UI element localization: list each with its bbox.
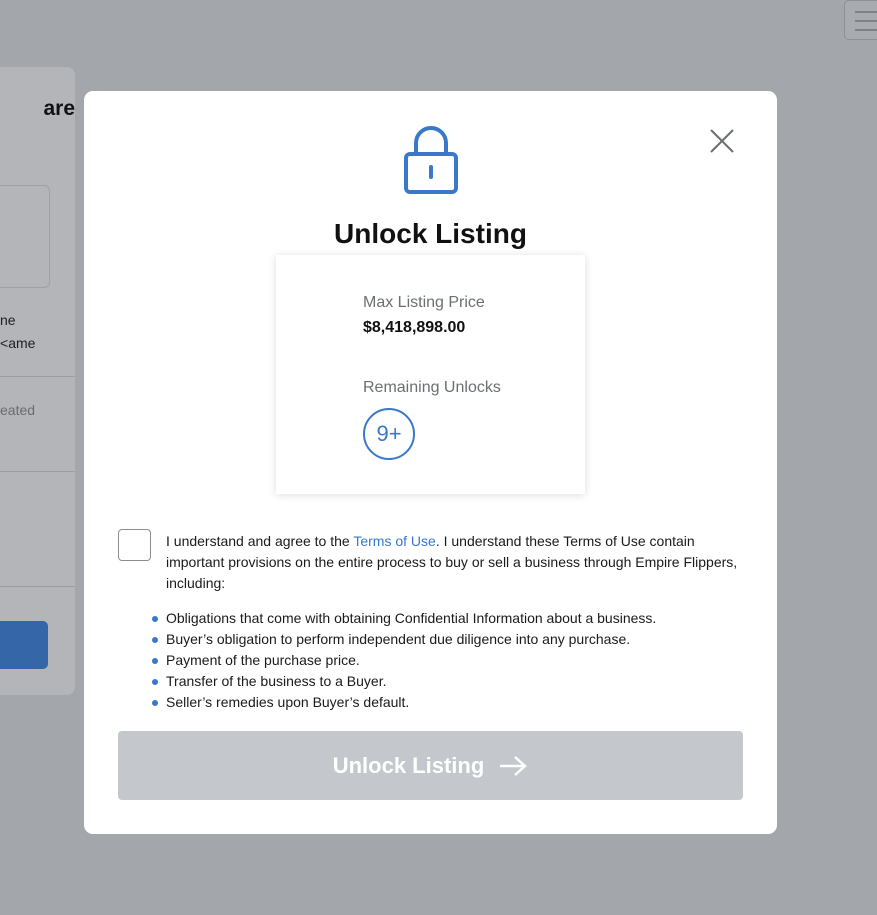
background-card: are ne ame> eated: [0, 67, 75, 695]
background-button: [0, 621, 48, 669]
background-text-line: ne: [0, 312, 16, 328]
background-divider: [0, 471, 75, 472]
list-item: Obligations that come with obtaining Con…: [152, 608, 656, 629]
lock-icon: [402, 124, 460, 196]
list-item: Payment of the purchase price.: [152, 650, 656, 671]
background-divider: [0, 586, 75, 587]
terms-agree-checkbox[interactable]: [118, 529, 151, 561]
background-divider: [0, 376, 75, 377]
bullet-icon: [152, 658, 158, 664]
unlock-button-label: Unlock Listing: [332, 752, 485, 778]
unlock-listing-modal: Unlock Listing Max Listing Price $8,418,…: [84, 91, 777, 834]
bullet-icon: [152, 637, 158, 643]
close-icon[interactable]: [708, 127, 736, 155]
unlock-listing-button[interactable]: Unlock Listing: [118, 731, 743, 800]
listing-info-card: Max Listing Price $8,418,898.00 Remainin…: [276, 255, 585, 494]
menu-icon: [844, 0, 877, 40]
provision-text: Obligations that come with obtaining Con…: [166, 610, 657, 626]
bullet-icon: [152, 616, 158, 622]
remaining-unlocks-label: Remaining Unlocks: [363, 379, 501, 396]
list-item: Buyer’s obligation to perform independen…: [152, 629, 656, 650]
terms-prefix: I understand and agree to the: [166, 533, 354, 549]
terms-of-use-link[interactable]: Terms of Use: [353, 533, 435, 549]
background-text-line: ame>: [0, 335, 36, 351]
provision-text: Buyer’s obligation to perform independen…: [166, 631, 631, 647]
remaining-unlocks-badge: 9+: [363, 408, 415, 460]
list-item: Transfer of the business to a Buyer.: [152, 671, 656, 692]
background-muted-text: eated: [0, 402, 36, 418]
max-price-value: $8,418,898.00: [363, 319, 466, 336]
provision-text: Transfer of the business to a Buyer.: [166, 673, 387, 689]
bullet-icon: [152, 679, 158, 685]
provision-text: Payment of the purchase price.: [166, 652, 360, 668]
max-price-label: Max Listing Price: [363, 294, 485, 311]
modal-title: Unlock Listing: [334, 218, 527, 249]
arrow-right-icon: [500, 755, 528, 776]
provision-text: Seller’s remedies upon Buyer’s default.: [166, 694, 410, 710]
terms-agreement-text: I understand and agree to the Terms of U…: [166, 531, 751, 594]
background-input-box: [0, 185, 50, 288]
list-item: Seller’s remedies upon Buyer’s default.: [152, 692, 656, 713]
provisions-list: Obligations that come with obtaining Con…: [152, 608, 656, 713]
bullet-icon: [152, 700, 158, 706]
background-heading: are: [43, 97, 75, 120]
